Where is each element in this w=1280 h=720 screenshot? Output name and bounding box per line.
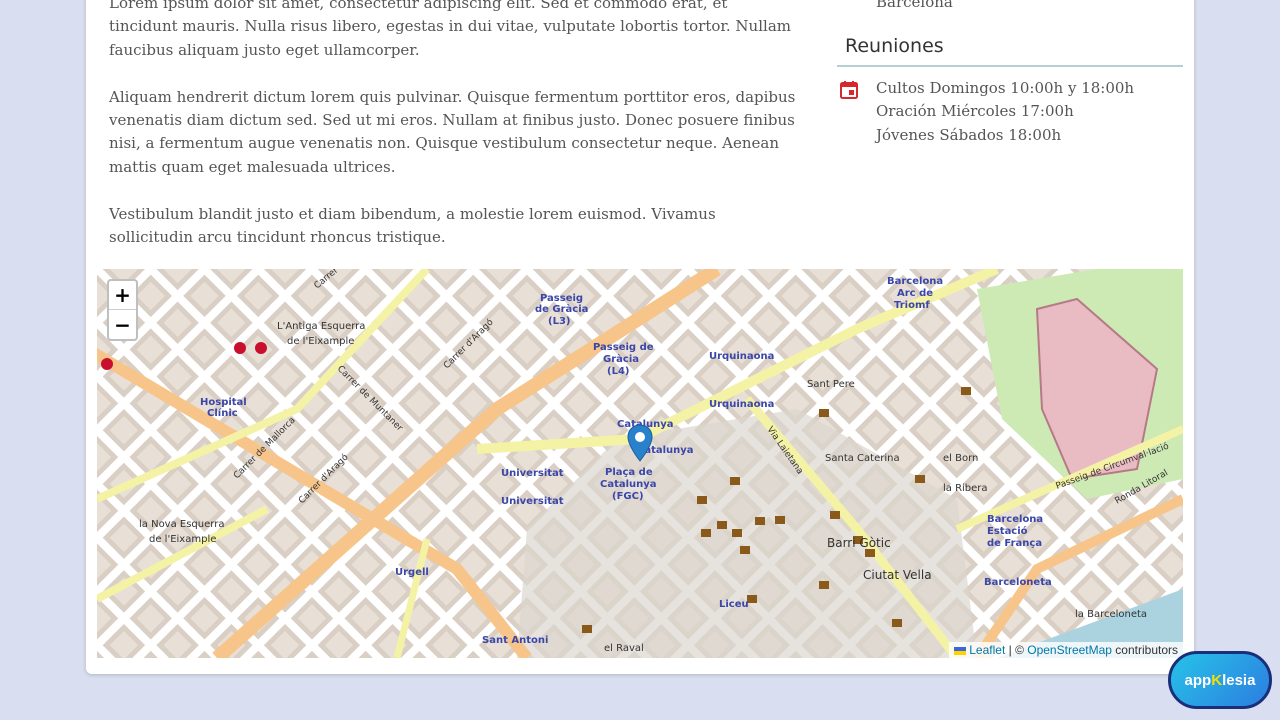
svg-text:Clínic: Clínic — [207, 407, 238, 419]
osm-link[interactable]: OpenStreetMap — [1027, 643, 1112, 657]
schedule-saturday: Jóvenes Sábados 18:00h — [876, 125, 1062, 144]
schedule-sunday: Cultos Domingos 10:00h y 18:00h — [876, 79, 1135, 97]
svg-text:Urquinaona: Urquinaona — [709, 399, 774, 410]
meetings-schedule: Cultos Domingos 10:00h y 18:00h Oración … — [837, 77, 1183, 147]
svg-text:Urgell: Urgell — [395, 567, 429, 578]
sidebar: Barcelona Reuniones Cultos Domingos 10:0… — [837, 0, 1183, 147]
svg-text:Ciutat Vella: Ciutat Vella — [863, 568, 932, 582]
svg-text:Arc de: Arc de — [897, 288, 933, 299]
paragraph-1: Lorem ipsum dolor sit amet, consectetur … — [109, 0, 791, 59]
zoom-control: + − — [107, 279, 138, 341]
svg-text:Hospital: Hospital — [200, 397, 247, 408]
calendar-icon — [837, 77, 876, 147]
svg-text:Santa Caterina: Santa Caterina — [825, 453, 900, 464]
paragraph-2: Aliquam hendrerit dictum lorem quis pulv… — [109, 87, 796, 176]
svg-text:Barceloneta: Barceloneta — [984, 577, 1052, 588]
svg-text:la Ribera: la Ribera — [943, 483, 988, 494]
meetings-heading: Reuniones — [837, 35, 1183, 67]
leaflet-link[interactable]: Leaflet — [969, 643, 1005, 657]
svg-text:Estació: Estació — [987, 525, 1028, 537]
svg-text:de França: de França — [987, 538, 1042, 549]
svg-text:(L4): (L4) — [607, 366, 629, 377]
svg-text:Catalunya: Catalunya — [600, 479, 657, 490]
schedule-wednesday: Oración Miércoles 17:00h — [876, 102, 1074, 121]
svg-text:Barcelona: Barcelona — [887, 276, 943, 287]
map-attribution: Leaflet | © OpenStreetMap contributors — [948, 642, 1183, 658]
paragraph-3: Vestibulum blandit justo et diam bibendu… — [109, 204, 716, 247]
svg-text:Universitat: Universitat — [501, 496, 564, 507]
zoom-out-button[interactable]: − — [109, 310, 136, 339]
zoom-in-button[interactable]: + — [109, 281, 136, 310]
svg-text:Universitat: Universitat — [501, 468, 564, 479]
svg-text:de Gràcia: de Gràcia — [535, 303, 588, 315]
svg-text:Sant Antoni: Sant Antoni — [482, 635, 548, 646]
svg-text:Plaça de: Plaça de — [605, 467, 653, 478]
svg-text:L'Antiga Esquerra: L'Antiga Esquerra — [277, 321, 365, 332]
svg-text:Triomf: Triomf — [894, 300, 930, 311]
svg-text:el Raval: el Raval — [604, 643, 644, 654]
map-tiles: L'Antiga Esquerra de l'Eixample . la Nov… — [97, 269, 1183, 658]
svg-text:el Born: el Born — [943, 453, 978, 464]
attribution-suffix: contributors — [1111, 643, 1178, 657]
map[interactable]: L'Antiga Esquerra de l'Eixample . la Nov… — [97, 269, 1183, 658]
logo-accent: K — [1211, 671, 1223, 689]
svg-text:la Nova Esquerra: la Nova Esquerra — [139, 519, 224, 530]
svg-text:(L3): (L3) — [548, 316, 570, 327]
location-pin-icon[interactable] — [627, 424, 653, 462]
svg-text:la Barceloneta: la Barceloneta — [1075, 609, 1147, 620]
svg-text:de l'Eixample: de l'Eixample — [149, 534, 216, 545]
svg-text:Liceu: Liceu — [719, 599, 749, 610]
svg-text:Urquinaona: Urquinaona — [709, 351, 774, 362]
main-content: Lorem ipsum dolor sit amet, consectetur … — [109, 0, 799, 273]
svg-text:de l'Eixample: de l'Eixample — [287, 336, 354, 347]
ukraine-flag-icon — [953, 646, 966, 655]
logo-prefix: app — [1184, 671, 1212, 689]
svg-text:Gràcia: Gràcia — [603, 353, 639, 365]
appklesia-logo[interactable]: app Klesia — [1168, 651, 1272, 709]
svg-text:(FGC): (FGC) — [612, 491, 644, 502]
svg-text:Passeig de: Passeig de — [593, 342, 654, 353]
attribution-separator: | © — [1005, 643, 1028, 657]
svg-text:Passeig: Passeig — [540, 293, 583, 304]
svg-text:Sant Pere: Sant Pere — [807, 379, 855, 390]
svg-text:Barri Gòtic: Barri Gòtic — [827, 536, 891, 550]
svg-text:Barcelona: Barcelona — [987, 514, 1043, 525]
logo-suffix: lesia — [1222, 671, 1256, 689]
address-city: Barcelona — [876, 0, 953, 11]
